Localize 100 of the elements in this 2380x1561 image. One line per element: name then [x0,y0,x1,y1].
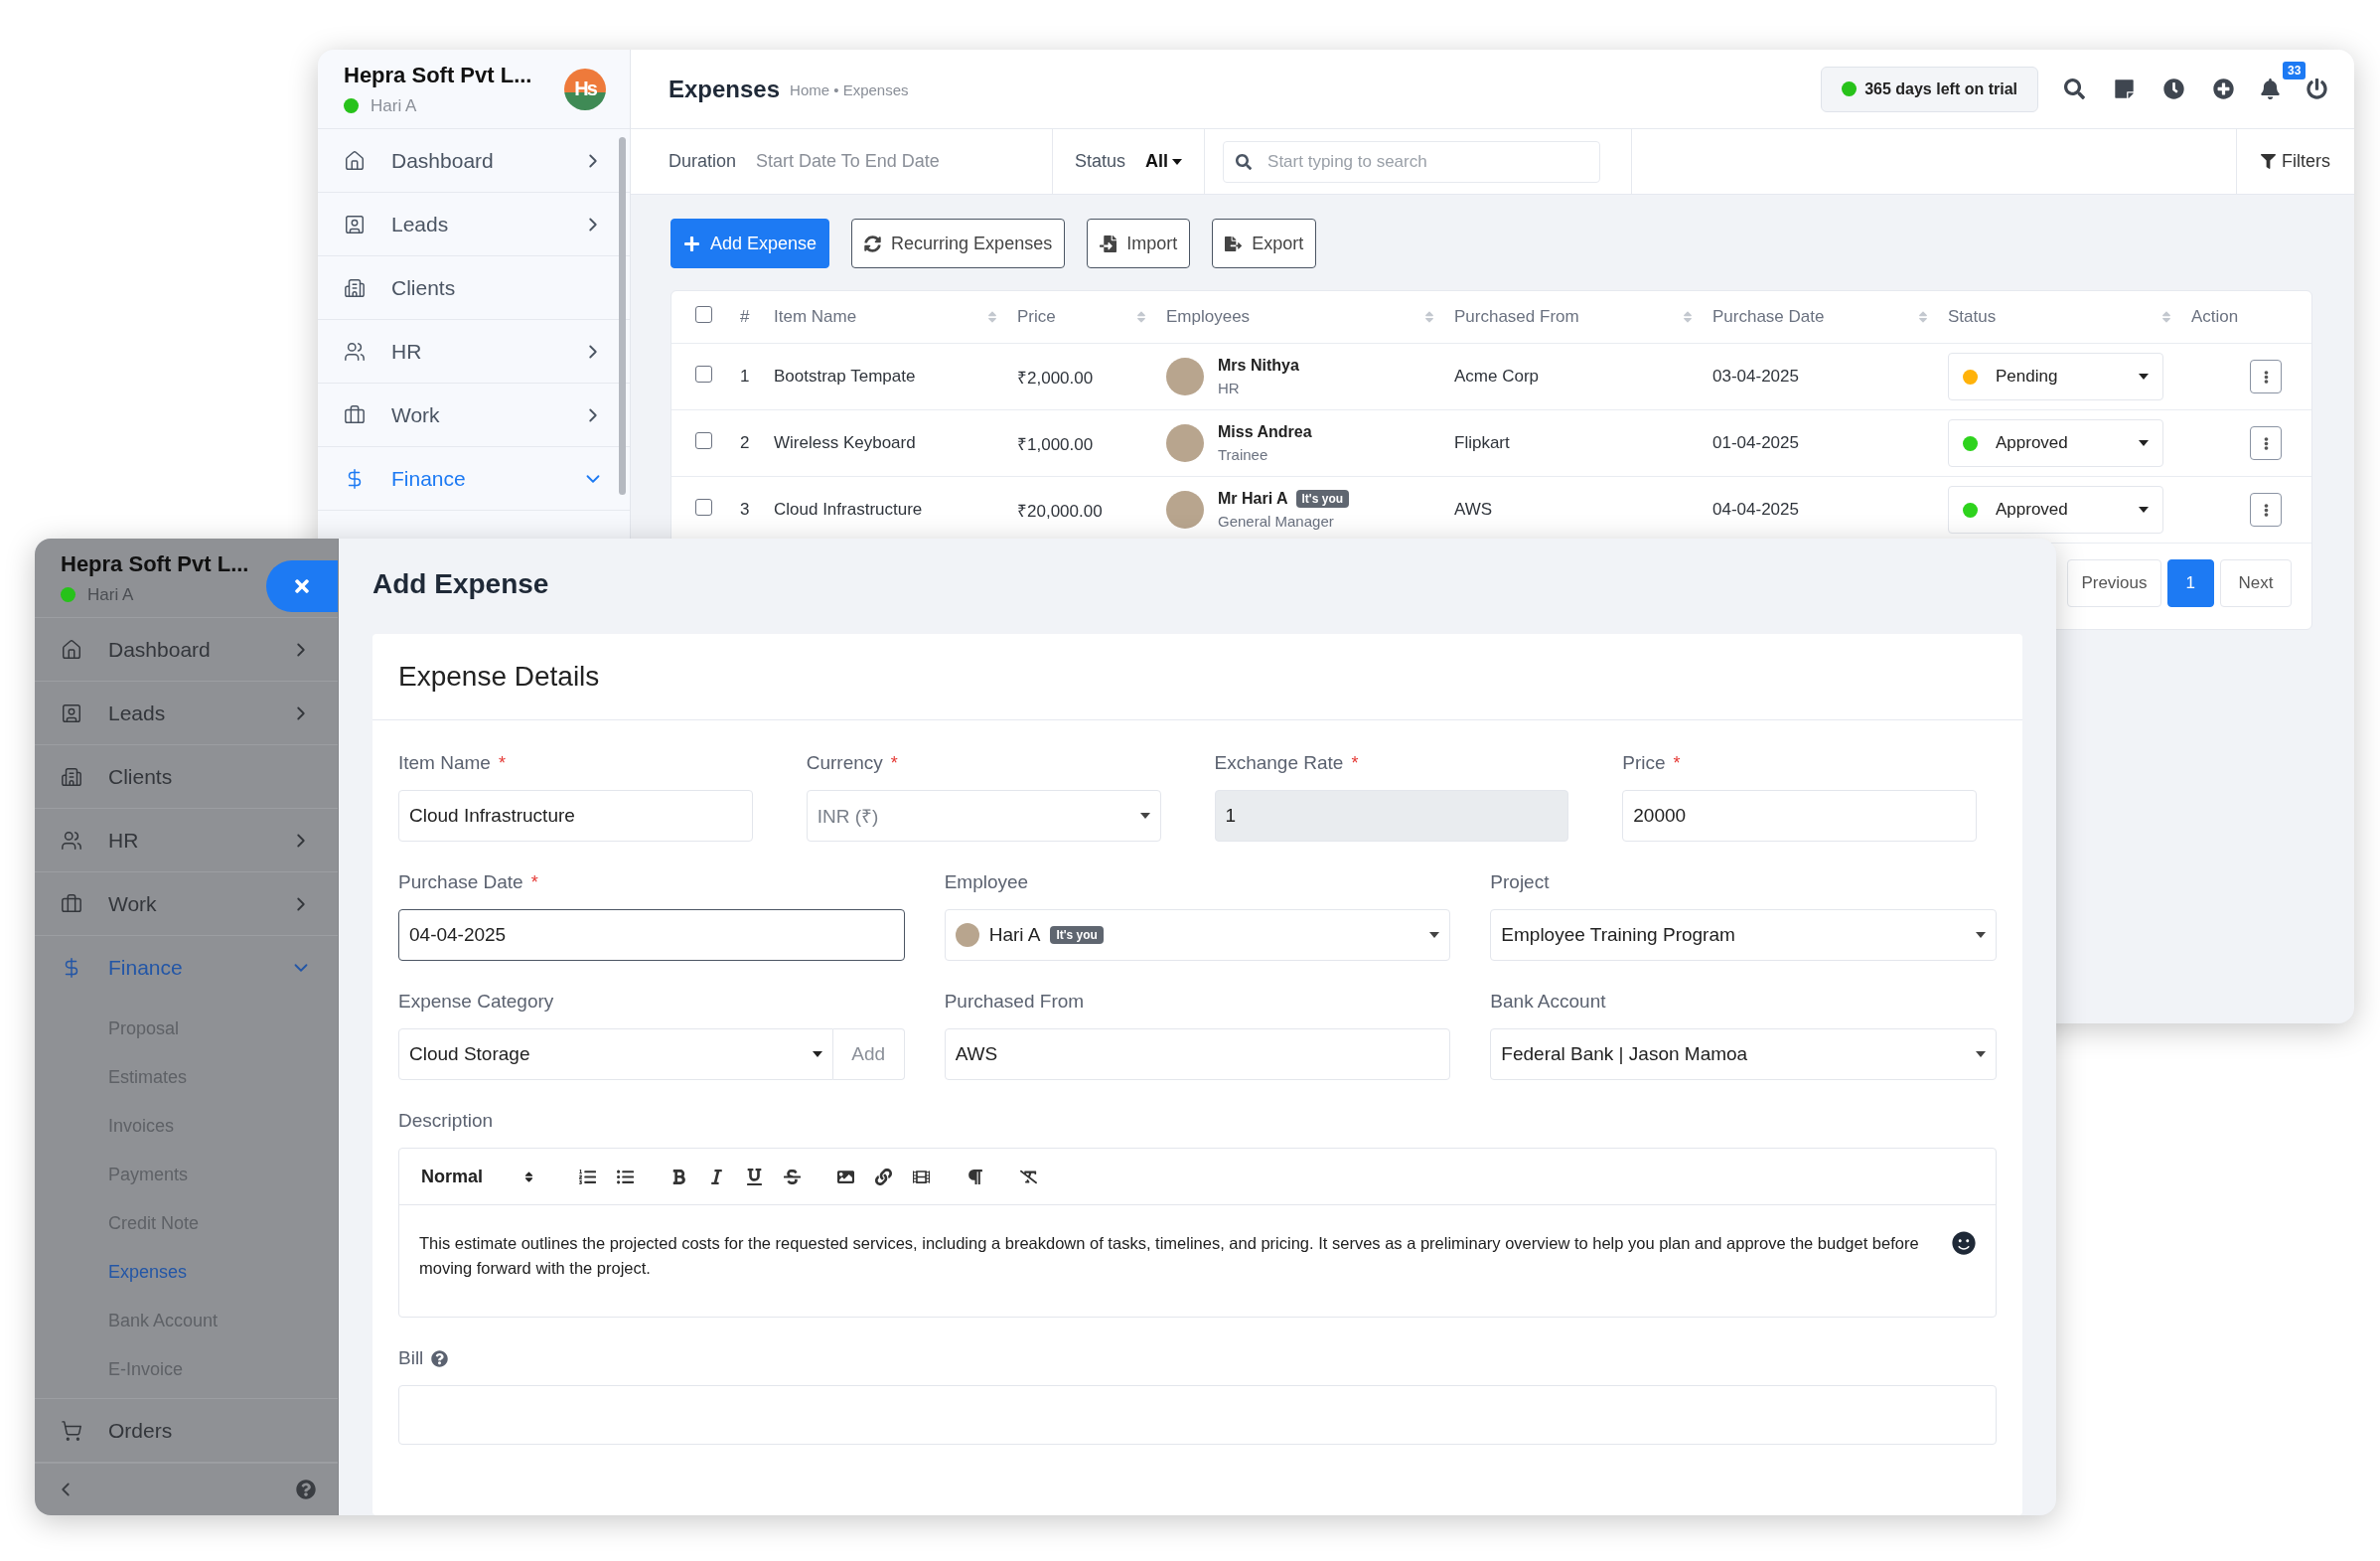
nav-item[interactable]: Dashboard [35,618,338,682]
avatar [955,923,979,947]
required-mark: * [530,871,538,893]
table-cell-text: Wireless Keyboard [774,433,917,453]
card-title: Expense Details [372,634,2022,720]
checkbox[interactable] [695,366,712,383]
employee-name: Mr Hari A [1218,490,1288,508]
person-card-icon [344,213,366,235]
field-label: Purchase Date [398,871,523,893]
field-label: Purchased From [944,991,1085,1013]
nav-item[interactable]: Orders [35,1399,338,1463]
power-icon [2306,78,2327,99]
employee-role: HR [1218,380,1241,396]
select-field[interactable]: Cloud Storage [398,1028,833,1080]
description-text: This estimate outlines the projected costs for the requested services, including a breakdown of tasks, timelines, and pricing. It serves as a preliminary overview to help you plan and approve the budget before moving forward with the project. [419,1233,1920,1279]
filter-label: Status [1075,151,1126,172]
table-cell-text: AWS [1454,500,1494,520]
bell-icon [2259,78,2281,99]
input-field[interactable]: AWS [944,1028,1451,1080]
checkbox[interactable] [695,499,712,516]
field-label: Item Name [398,752,491,774]
bullet-list-icon [616,1168,634,1185]
table-cell-text: 03-04-2025 [1712,367,1800,387]
online-status-dot [61,587,75,602]
select-field[interactable]: Hari A It's you [944,909,1451,961]
status-dot [1842,81,1858,96]
emoji-icon[interactable] [1952,1231,1976,1255]
action-button[interactable]: Import [1087,219,1191,268]
online-status-dot [344,98,359,113]
required-mark: * [1351,752,1359,774]
more-button[interactable] [2250,360,2282,393]
field-label: Currency [806,752,883,774]
help-icon[interactable] [296,1480,316,1499]
badge: It's you [1050,926,1104,944]
badge: It's you [1295,490,1350,508]
field-label: Description [398,1110,494,1132]
table-cell-text: ₹1,000.00 [1017,433,1095,455]
pagination-button[interactable]: Next [2220,559,2292,607]
table-cell-text: 01-04-2025 [1712,433,1800,453]
action-button[interactable]: Add Expense [670,219,830,268]
search-icon [1236,153,1253,170]
caret-icon [1139,813,1150,819]
required-mark: * [1673,752,1681,774]
clock-icon [2162,78,2184,99]
employee-name: Mrs Nithya [1218,357,1299,375]
search-field[interactable]: Start typing to search [1223,140,1601,183]
required-mark: * [498,752,506,774]
input-field[interactable]: 20000 [1622,790,1977,842]
briefcase-icon [61,892,82,915]
nav-item[interactable]: Leads [35,682,338,745]
refresh-icon [864,234,882,252]
help-icon [431,1349,449,1367]
status-dropdown[interactable]: Pending [1948,353,2163,400]
company-name: Hepra Soft Pvt L... [344,62,532,88]
pagination-button[interactable]: Previous [2067,559,2161,607]
user-name: Hari A [87,584,134,605]
table-cell-text: 1 [740,367,751,387]
action-button[interactable]: Recurring Expenses [851,219,1066,268]
field-label: Expense Category [398,991,554,1013]
table-cell-text: 3 [740,500,751,520]
select-field[interactable]: Employee Training Program [1490,909,1997,961]
person-card-icon [61,702,82,724]
action-button[interactable]: Export [1212,219,1317,268]
nav-item[interactable]: HR [35,809,338,872]
trial-text: 365 days left on trial [1864,79,2017,98]
more-button[interactable] [2250,426,2282,460]
input-field[interactable]: Cloud Infrastructure [398,790,753,842]
heading-select[interactable]: Normal [421,1166,535,1187]
field-label: Bank Account [1490,991,1606,1013]
nav-item[interactable]: Clients [35,745,338,809]
rich-text-editor[interactable] [398,1148,1997,1318]
caret-icon [1429,932,1440,938]
note-icon [2113,78,2135,99]
field-label: Bill [398,1347,424,1369]
filters-button[interactable]: Filters [2236,129,2354,194]
close-button[interactable] [266,560,338,612]
plus-icon [683,234,700,252]
caret-icon [812,1051,822,1057]
select-field[interactable]: Federal Bank | Jason Mamoa [1490,1028,1997,1080]
cart-icon [61,1419,82,1442]
status-dropdown[interactable]: Approved [1948,419,2163,467]
file-export-icon [1225,234,1243,252]
caret-icon [2139,440,2149,446]
house-icon [61,638,82,661]
briefcase-icon [344,403,366,426]
status-filter[interactable]: All [1145,151,1183,172]
more-button[interactable] [2250,493,2282,527]
search-icon [2063,78,2085,99]
nav-item[interactable]: Work [35,872,338,936]
column-header: Purchase Date [1712,307,1825,327]
checkbox[interactable] [695,306,712,323]
employee-role: Trainee [1218,446,1269,463]
status-dropdown[interactable]: Approved [1948,486,2163,534]
checkbox[interactable] [695,432,712,449]
filter-icon [2261,154,2276,169]
input-field[interactable]: 04-04-2025 [398,909,905,961]
page-title: Expenses [669,75,781,103]
pagination-button[interactable]: 1 [2166,559,2214,607]
video-icon [912,1168,930,1185]
building-icon [61,765,82,788]
